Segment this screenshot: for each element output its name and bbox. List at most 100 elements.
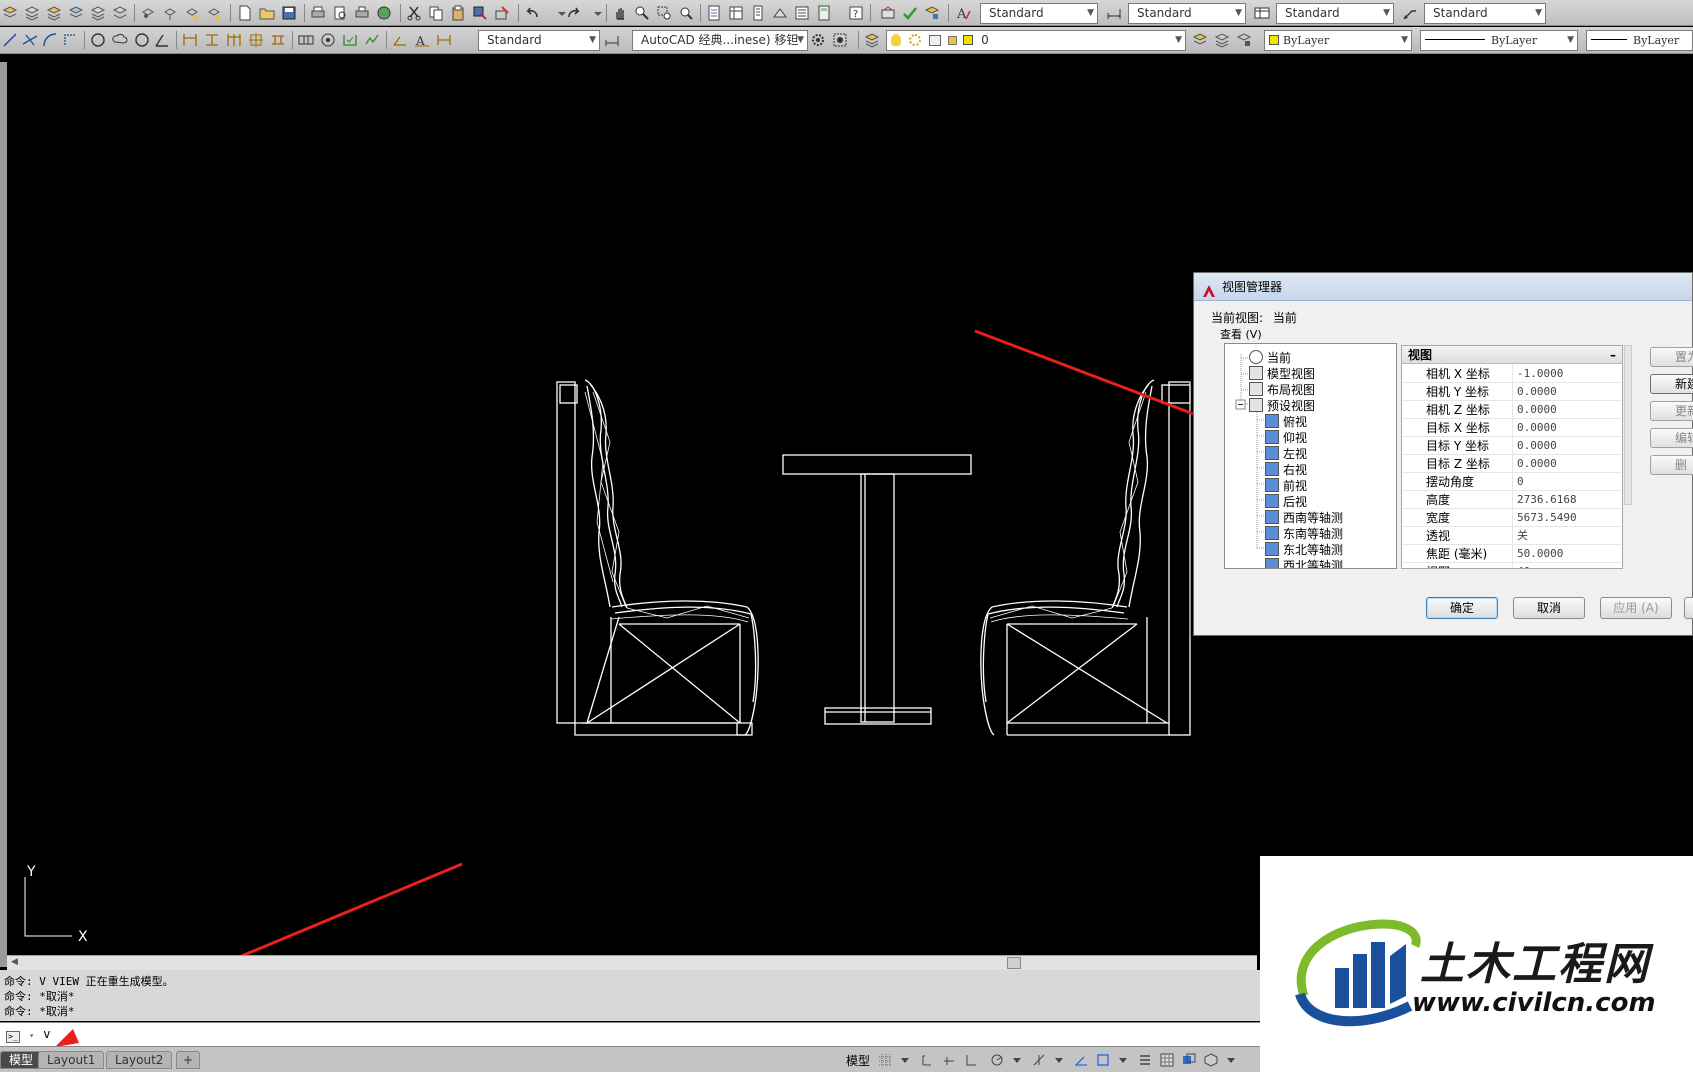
continue-dim-icon[interactable]	[248, 32, 264, 48]
ortho-icon[interactable]	[964, 1053, 978, 1067]
quickcalc-icon[interactable]	[816, 5, 832, 21]
property-row[interactable]: 目标 Y 坐标 0.0000	[1402, 437, 1622, 455]
chevron-down-icon[interactable]	[1224, 1053, 1238, 1067]
tab-model[interactable]: 模型	[0, 1051, 43, 1069]
property-row[interactable]: 摆动角度 0	[1402, 473, 1622, 491]
props-section-header[interactable]: 视图 –	[1402, 346, 1622, 364]
dialog-title-bar[interactable]: 视图管理器	[1194, 273, 1692, 301]
make-current-icon[interactable]	[1192, 32, 1208, 48]
zoom-window-icon[interactable]	[656, 5, 672, 21]
cut-icon[interactable]	[406, 5, 422, 21]
model-space-toggle[interactable]: 模型	[846, 1052, 870, 1069]
dim-break-icon[interactable]	[270, 32, 286, 48]
lock-open-icon[interactable]	[948, 36, 958, 45]
ellipse-icon[interactable]	[134, 32, 150, 48]
text-edit-icon[interactable]	[880, 5, 896, 21]
command-dropdown-icon[interactable]: ▾	[29, 1031, 34, 1040]
dim-style-icon[interactable]	[1106, 5, 1122, 21]
isodraft-icon[interactable]	[1032, 1053, 1046, 1067]
linetype-select[interactable]: ByLayer ▼	[1420, 30, 1578, 51]
property-row[interactable]: 焦距 (毫米) 50.0000	[1402, 545, 1622, 563]
dim-style-icon[interactable]	[604, 32, 620, 48]
tree-item[interactable]: 东南等轴测	[1265, 526, 1343, 542]
update-layers-button[interactable]: 更新	[1650, 401, 1693, 421]
new-file-icon[interactable]	[237, 5, 253, 21]
dim-update-icon[interactable]	[436, 32, 452, 48]
layer-state-manager-icon[interactable]	[1236, 32, 1252, 48]
mleader-style-icon[interactable]	[1402, 5, 1418, 21]
zoom-realtime-icon[interactable]	[634, 5, 650, 21]
aligned-dim-icon[interactable]	[204, 32, 220, 48]
workspace-settings-icon[interactable]	[810, 32, 826, 48]
tree-item[interactable]: 布局视图	[1249, 382, 1315, 398]
match-properties-icon[interactable]	[472, 5, 488, 21]
tree-item[interactable]: 西北等轴测	[1265, 558, 1343, 568]
tab-layout1[interactable]: Layout1	[38, 1051, 105, 1069]
paste-icon[interactable]	[450, 5, 466, 21]
layer-walk-icon[interactable]	[112, 5, 128, 21]
text-style-select[interactable]: Standard ▼	[980, 3, 1098, 24]
tree-item[interactable]: 左视	[1265, 446, 1307, 462]
dimension-icon[interactable]	[62, 32, 78, 48]
color-select[interactable]: ByLayer ▼	[1264, 30, 1412, 51]
lineweight-select[interactable]: ByLayer	[1586, 30, 1693, 51]
ok-button[interactable]: 确定	[1426, 597, 1498, 619]
property-row[interactable]: 目标 Z 坐标 0.0000	[1402, 455, 1622, 473]
layer-unlock-icon[interactable]	[206, 5, 222, 21]
linear-dim-icon[interactable]	[182, 32, 198, 48]
tolerance-icon[interactable]	[298, 32, 314, 48]
new-view-button[interactable]: 新建	[1650, 374, 1693, 394]
props-scrollbar[interactable]	[1624, 345, 1632, 505]
tree-item[interactable]: 俯视	[1265, 414, 1307, 430]
drawing-canvas[interactable]: Y X	[7, 62, 1257, 955]
revision-cloud-icon[interactable]	[112, 32, 128, 48]
layer-unisolate-icon[interactable]	[68, 5, 84, 21]
workspace-select[interactable]: AutoCAD 经典...inese) 移钽 ▼	[632, 30, 808, 51]
layer-match-icon[interactable]	[90, 5, 106, 21]
layer-select[interactable]: 0 ▼	[886, 30, 1186, 51]
construction-line-icon[interactable]	[22, 32, 38, 48]
visual-style-select[interactable]: Standard ▼	[478, 30, 600, 51]
set-current-button[interactable]: 置为	[1650, 347, 1693, 367]
transparency-icon[interactable]	[1160, 1053, 1174, 1067]
tree-item[interactable]: 前视	[1265, 478, 1307, 494]
help-icon[interactable]: ?	[848, 5, 864, 21]
customize-icon[interactable]	[832, 32, 848, 48]
publish-icon[interactable]	[354, 5, 370, 21]
lineweight-icon[interactable]	[1138, 1053, 1152, 1067]
property-row[interactable]: 宽度 5673.5490	[1402, 509, 1622, 527]
selection-cycling-icon[interactable]	[1182, 1053, 1196, 1067]
markup-set-icon[interactable]	[794, 5, 810, 21]
properties-icon[interactable]	[706, 5, 722, 21]
angle-icon[interactable]	[154, 32, 170, 48]
apply-button[interactable]: 应用 (A)	[1600, 597, 1672, 619]
delete-view-button[interactable]: 删	[1650, 455, 1693, 475]
scroll-thumb[interactable]	[1007, 957, 1021, 969]
scroll-left-icon[interactable]: ◀	[11, 957, 18, 967]
cancel-button[interactable]: 取消	[1513, 597, 1585, 619]
infer-icon[interactable]	[942, 1053, 956, 1067]
layer-previous-icon[interactable]	[1214, 32, 1230, 48]
table-style-select[interactable]: Standard ▼	[1276, 3, 1394, 24]
polar-icon[interactable]	[990, 1053, 1004, 1067]
tool-palettes-icon[interactable]	[750, 5, 766, 21]
tree-item[interactable]: 仰视	[1265, 430, 1307, 446]
chevron-down-icon[interactable]	[1010, 1053, 1024, 1067]
layer-states-icon[interactable]	[2, 5, 18, 21]
redo-dropdown-icon[interactable]	[590, 5, 606, 21]
dim-style-select[interactable]: Standard ▼	[1128, 3, 1246, 24]
tab-layout2[interactable]: Layout2	[106, 1051, 173, 1069]
sheet-set-icon[interactable]	[772, 5, 788, 21]
add-layout-button[interactable]: +	[176, 1051, 201, 1069]
chevron-down-icon[interactable]	[898, 1053, 912, 1067]
baseline-dim-icon[interactable]	[226, 32, 242, 48]
snap-icon[interactable]	[920, 1053, 934, 1067]
property-row[interactable]: 目标 X 坐标 0.0000	[1402, 419, 1622, 437]
text-style-icon[interactable]: A	[956, 5, 972, 21]
layer-properties-icon[interactable]	[864, 32, 880, 48]
lightbulb-icon[interactable]	[891, 34, 901, 46]
center-mark-icon[interactable]	[320, 32, 336, 48]
print-icon[interactable]	[310, 5, 326, 21]
arc-icon[interactable]	[42, 32, 58, 48]
check-spelling-icon[interactable]	[902, 5, 918, 21]
